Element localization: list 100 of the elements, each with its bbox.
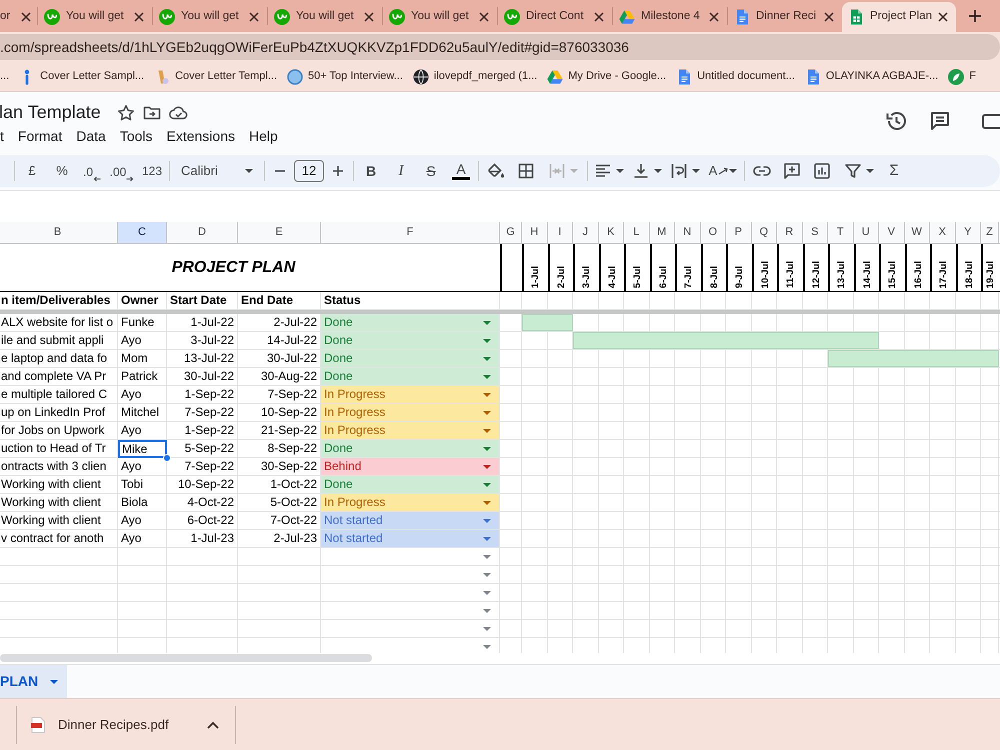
close-icon[interactable]	[249, 12, 259, 22]
status-dropdown[interactable]: Done	[321, 332, 500, 349]
close-icon[interactable]	[364, 12, 374, 22]
bookmark[interactable]: Untitled document...	[676, 68, 795, 84]
text-rotation-button[interactable]: A	[705, 158, 741, 184]
bookmark[interactable]: 50+ Top Interview...	[287, 68, 403, 84]
bookmark[interactable]: ...	[0, 70, 10, 84]
column-header[interactable]: J	[573, 222, 598, 243]
dropdown-caret-icon[interactable]	[483, 608, 491, 612]
browser-tab[interactable]: Project Plan	[842, 2, 956, 32]
dropdown-caret-icon[interactable]	[483, 590, 491, 594]
browser-tab[interactable]: You will get	[38, 2, 152, 32]
column-header[interactable]: O	[700, 222, 726, 243]
close-icon[interactable]	[594, 12, 604, 22]
decrease-decimals-button[interactable]: .0	[78, 158, 106, 184]
column-header[interactable]: R	[777, 222, 802, 243]
status-dropdown[interactable]: Behind	[321, 458, 500, 475]
italic-button[interactable]: I	[387, 158, 415, 184]
bookmark[interactable]: My Drive - Google...	[547, 68, 666, 84]
bookmark[interactable]: F	[948, 68, 976, 84]
font-dropdown[interactable]: Calibri	[173, 158, 261, 184]
sheet-tab[interactable]: PLAN	[0, 665, 68, 698]
menu-item[interactable]: Tools	[120, 128, 152, 144]
menu-item[interactable]: Format	[18, 128, 62, 144]
dropdown-caret-icon[interactable]	[483, 644, 491, 648]
increase-decimals-button[interactable]: .00	[108, 158, 136, 184]
strikethrough-button[interactable]: S	[417, 158, 445, 184]
menu-item[interactable]: Data	[76, 128, 106, 144]
bookmark[interactable]: OLAYINKA AGBAJE-...	[804, 68, 938, 84]
status-dropdown[interactable]: Done	[321, 476, 500, 493]
column-header[interactable]: I	[548, 222, 573, 243]
close-icon[interactable]	[938, 12, 948, 22]
document-title[interactable]: lan Template	[0, 102, 101, 124]
column-header[interactable]: U	[854, 222, 879, 243]
status-dropdown[interactable]: Done	[321, 368, 500, 385]
column-header[interactable]: E	[238, 222, 321, 243]
column-header[interactable]: S	[802, 222, 828, 243]
column-header[interactable]: L	[624, 222, 650, 243]
menu-item[interactable]: Help	[248, 128, 278, 144]
chevron-up-icon[interactable]	[206, 720, 219, 728]
browser-tab[interactable]: You will get	[383, 2, 497, 32]
close-icon[interactable]	[709, 12, 719, 22]
bookmark[interactable]: ilovepdf_merged (1...	[412, 68, 538, 84]
address-field[interactable]: .com/spreadsheets/d/1hLYGEb2uqgOWiFerEuPb4ZtXUQKKVZp1FDD62u5aulY/edit#gid=876033036	[0, 34, 1000, 60]
history-icon[interactable]	[885, 110, 907, 132]
column-header[interactable]: N	[675, 222, 700, 243]
status-dropdown[interactable]: Done	[321, 350, 500, 367]
column-header[interactable]: V	[879, 222, 904, 243]
star-icon[interactable]	[116, 104, 135, 122]
bookmark[interactable]: Cover Letter Sampl...	[19, 68, 144, 84]
browser-tab[interactable]: You will get	[268, 2, 382, 32]
dropdown-caret-icon[interactable]	[483, 572, 491, 576]
close-icon[interactable]	[134, 12, 144, 22]
column-header[interactable]: Y	[956, 222, 981, 243]
browser-tab[interactable]: Milestone 4	[613, 2, 727, 32]
dropdown-caret-icon[interactable]	[483, 626, 491, 630]
status-dropdown[interactable]: In Progress	[321, 404, 500, 421]
column-header[interactable]: Q	[752, 222, 777, 243]
column-header[interactable]: K	[598, 222, 624, 243]
download-item[interactable]: Dinner Recipes.pdf	[31, 716, 169, 732]
browser-tab[interactable]: Direct Cont	[498, 2, 612, 32]
comment-icon[interactable]	[929, 110, 951, 132]
status-dropdown[interactable]: In Progress	[321, 386, 500, 403]
font-size-field[interactable]: 12	[294, 160, 324, 182]
close-icon[interactable]	[21, 12, 31, 22]
column-header[interactable]: W	[904, 222, 930, 243]
column-header[interactable]: T	[828, 222, 854, 243]
column-header[interactable]: D	[167, 222, 238, 243]
status-dropdown[interactable]: In Progress	[321, 494, 500, 511]
browser-tab[interactable]: or	[0, 2, 37, 32]
column-header[interactable]: H	[522, 222, 548, 243]
column-header[interactable]: B	[0, 222, 118, 243]
close-icon[interactable]	[479, 12, 489, 22]
browser-tab[interactable]: You will get	[153, 2, 267, 32]
status-dropdown[interactable]: In Progress	[321, 422, 500, 439]
close-icon[interactable]	[824, 12, 834, 22]
column-header[interactable]: Z	[981, 222, 999, 243]
dropdown-caret-icon[interactable]	[483, 554, 491, 558]
column-header[interactable]: X	[930, 222, 956, 243]
status-dropdown[interactable]: Done	[321, 440, 500, 457]
fill-handle-icon[interactable]	[163, 454, 171, 462]
status-dropdown[interactable]: Done	[321, 314, 500, 331]
text-color-button[interactable]: A	[447, 158, 475, 184]
column-header[interactable]: C	[118, 222, 167, 243]
browser-tab[interactable]: Dinner Reci	[728, 2, 842, 32]
bold-button[interactable]: B	[357, 158, 385, 184]
column-header[interactable]: P	[726, 222, 752, 243]
percent-format-button[interactable]: %	[48, 158, 76, 184]
functions-button[interactable]: Σ	[882, 158, 906, 184]
menu-item[interactable]: Extensions	[166, 128, 235, 144]
bookmark[interactable]: Cover Letter Templ...	[154, 68, 278, 84]
scrollbar-thumb[interactable]	[0, 654, 372, 662]
column-header[interactable]: F	[321, 222, 500, 243]
currency-format-button[interactable]: £	[18, 158, 46, 184]
column-header[interactable]: G	[500, 222, 522, 243]
column-header[interactable]: M	[650, 222, 675, 243]
folder-icon[interactable]	[142, 104, 161, 122]
menu-item[interactable]: t	[0, 128, 4, 144]
date-cell: 4-Oct-22	[167, 494, 238, 511]
number-formats-button[interactable]: 123	[138, 158, 166, 184]
